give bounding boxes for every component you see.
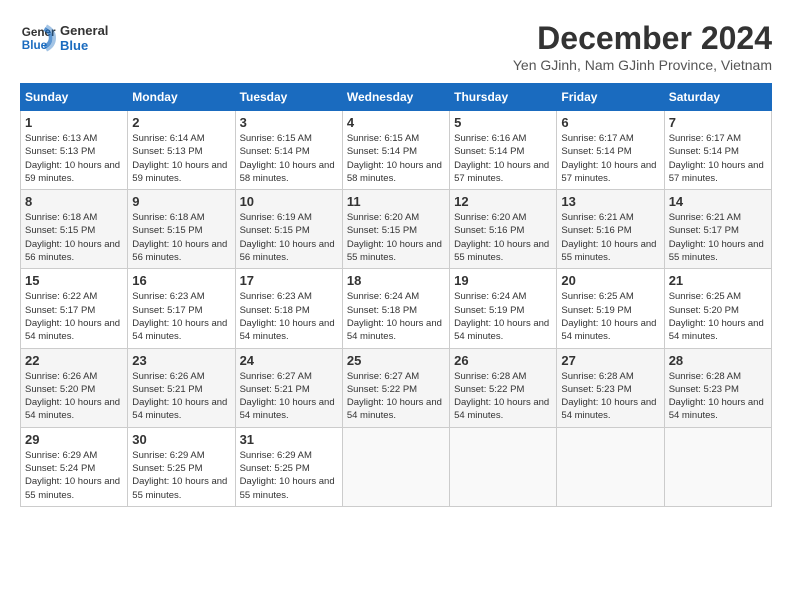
table-row: 28Sunrise: 6:28 AMSunset: 5:23 PMDayligh… xyxy=(664,348,771,427)
table-row: 31Sunrise: 6:29 AMSunset: 5:25 PMDayligh… xyxy=(235,427,342,506)
table-row: 5Sunrise: 6:16 AMSunset: 5:14 PMDaylight… xyxy=(450,111,557,190)
table-row: 10Sunrise: 6:19 AMSunset: 5:15 PMDayligh… xyxy=(235,190,342,269)
table-row: 17Sunrise: 6:23 AMSunset: 5:18 PMDayligh… xyxy=(235,269,342,348)
table-row: 23Sunrise: 6:26 AMSunset: 5:21 PMDayligh… xyxy=(128,348,235,427)
table-row: 9Sunrise: 6:18 AMSunset: 5:15 PMDaylight… xyxy=(128,190,235,269)
table-row: 12Sunrise: 6:20 AMSunset: 5:16 PMDayligh… xyxy=(450,190,557,269)
table-row: 2Sunrise: 6:14 AMSunset: 5:13 PMDaylight… xyxy=(128,111,235,190)
calendar-week-5: 29Sunrise: 6:29 AMSunset: 5:24 PMDayligh… xyxy=(21,427,772,506)
table-row: 16Sunrise: 6:23 AMSunset: 5:17 PMDayligh… xyxy=(128,269,235,348)
calendar-table: Sunday Monday Tuesday Wednesday Thursday… xyxy=(20,83,772,507)
table-row: 7Sunrise: 6:17 AMSunset: 5:14 PMDaylight… xyxy=(664,111,771,190)
logo-icon: General Blue xyxy=(20,20,56,56)
table-row xyxy=(450,427,557,506)
month-title: December 2024 xyxy=(513,20,772,57)
logo-line2: Blue xyxy=(60,38,108,53)
table-row: 19Sunrise: 6:24 AMSunset: 5:19 PMDayligh… xyxy=(450,269,557,348)
table-row: 3Sunrise: 6:15 AMSunset: 5:14 PMDaylight… xyxy=(235,111,342,190)
col-tuesday: Tuesday xyxy=(235,84,342,111)
col-wednesday: Wednesday xyxy=(342,84,449,111)
table-row: 30Sunrise: 6:29 AMSunset: 5:25 PMDayligh… xyxy=(128,427,235,506)
col-friday: Friday xyxy=(557,84,664,111)
table-row: 29Sunrise: 6:29 AMSunset: 5:24 PMDayligh… xyxy=(21,427,128,506)
table-row: 11Sunrise: 6:20 AMSunset: 5:15 PMDayligh… xyxy=(342,190,449,269)
table-row xyxy=(342,427,449,506)
calendar-week-4: 22Sunrise: 6:26 AMSunset: 5:20 PMDayligh… xyxy=(21,348,772,427)
table-row xyxy=(664,427,771,506)
table-row: 4Sunrise: 6:15 AMSunset: 5:14 PMDaylight… xyxy=(342,111,449,190)
title-area: December 2024 Yen GJinh, Nam GJinh Provi… xyxy=(513,20,772,73)
table-row xyxy=(557,427,664,506)
logo-line1: General xyxy=(60,23,108,38)
table-row: 1Sunrise: 6:13 AMSunset: 5:13 PMDaylight… xyxy=(21,111,128,190)
page-container: General Blue General Blue December 2024 … xyxy=(20,20,772,507)
table-row: 22Sunrise: 6:26 AMSunset: 5:20 PMDayligh… xyxy=(21,348,128,427)
location-title: Yen GJinh, Nam GJinh Province, Vietnam xyxy=(513,57,772,73)
table-row: 15Sunrise: 6:22 AMSunset: 5:17 PMDayligh… xyxy=(21,269,128,348)
table-row: 8Sunrise: 6:18 AMSunset: 5:15 PMDaylight… xyxy=(21,190,128,269)
table-row: 13Sunrise: 6:21 AMSunset: 5:16 PMDayligh… xyxy=(557,190,664,269)
header-row: Sunday Monday Tuesday Wednesday Thursday… xyxy=(21,84,772,111)
table-row: 6Sunrise: 6:17 AMSunset: 5:14 PMDaylight… xyxy=(557,111,664,190)
logo: General Blue General Blue xyxy=(20,20,108,56)
table-row: 21Sunrise: 6:25 AMSunset: 5:20 PMDayligh… xyxy=(664,269,771,348)
logo-text: General Blue xyxy=(60,23,108,53)
col-sunday: Sunday xyxy=(21,84,128,111)
calendar-week-3: 15Sunrise: 6:22 AMSunset: 5:17 PMDayligh… xyxy=(21,269,772,348)
col-saturday: Saturday xyxy=(664,84,771,111)
col-monday: Monday xyxy=(128,84,235,111)
header: General Blue General Blue December 2024 … xyxy=(20,20,772,73)
table-row: 18Sunrise: 6:24 AMSunset: 5:18 PMDayligh… xyxy=(342,269,449,348)
table-row: 25Sunrise: 6:27 AMSunset: 5:22 PMDayligh… xyxy=(342,348,449,427)
table-row: 27Sunrise: 6:28 AMSunset: 5:23 PMDayligh… xyxy=(557,348,664,427)
table-row: 24Sunrise: 6:27 AMSunset: 5:21 PMDayligh… xyxy=(235,348,342,427)
table-row: 14Sunrise: 6:21 AMSunset: 5:17 PMDayligh… xyxy=(664,190,771,269)
table-row: 20Sunrise: 6:25 AMSunset: 5:19 PMDayligh… xyxy=(557,269,664,348)
calendar-week-2: 8Sunrise: 6:18 AMSunset: 5:15 PMDaylight… xyxy=(21,190,772,269)
calendar-week-1: 1Sunrise: 6:13 AMSunset: 5:13 PMDaylight… xyxy=(21,111,772,190)
table-row: 26Sunrise: 6:28 AMSunset: 5:22 PMDayligh… xyxy=(450,348,557,427)
col-thursday: Thursday xyxy=(450,84,557,111)
